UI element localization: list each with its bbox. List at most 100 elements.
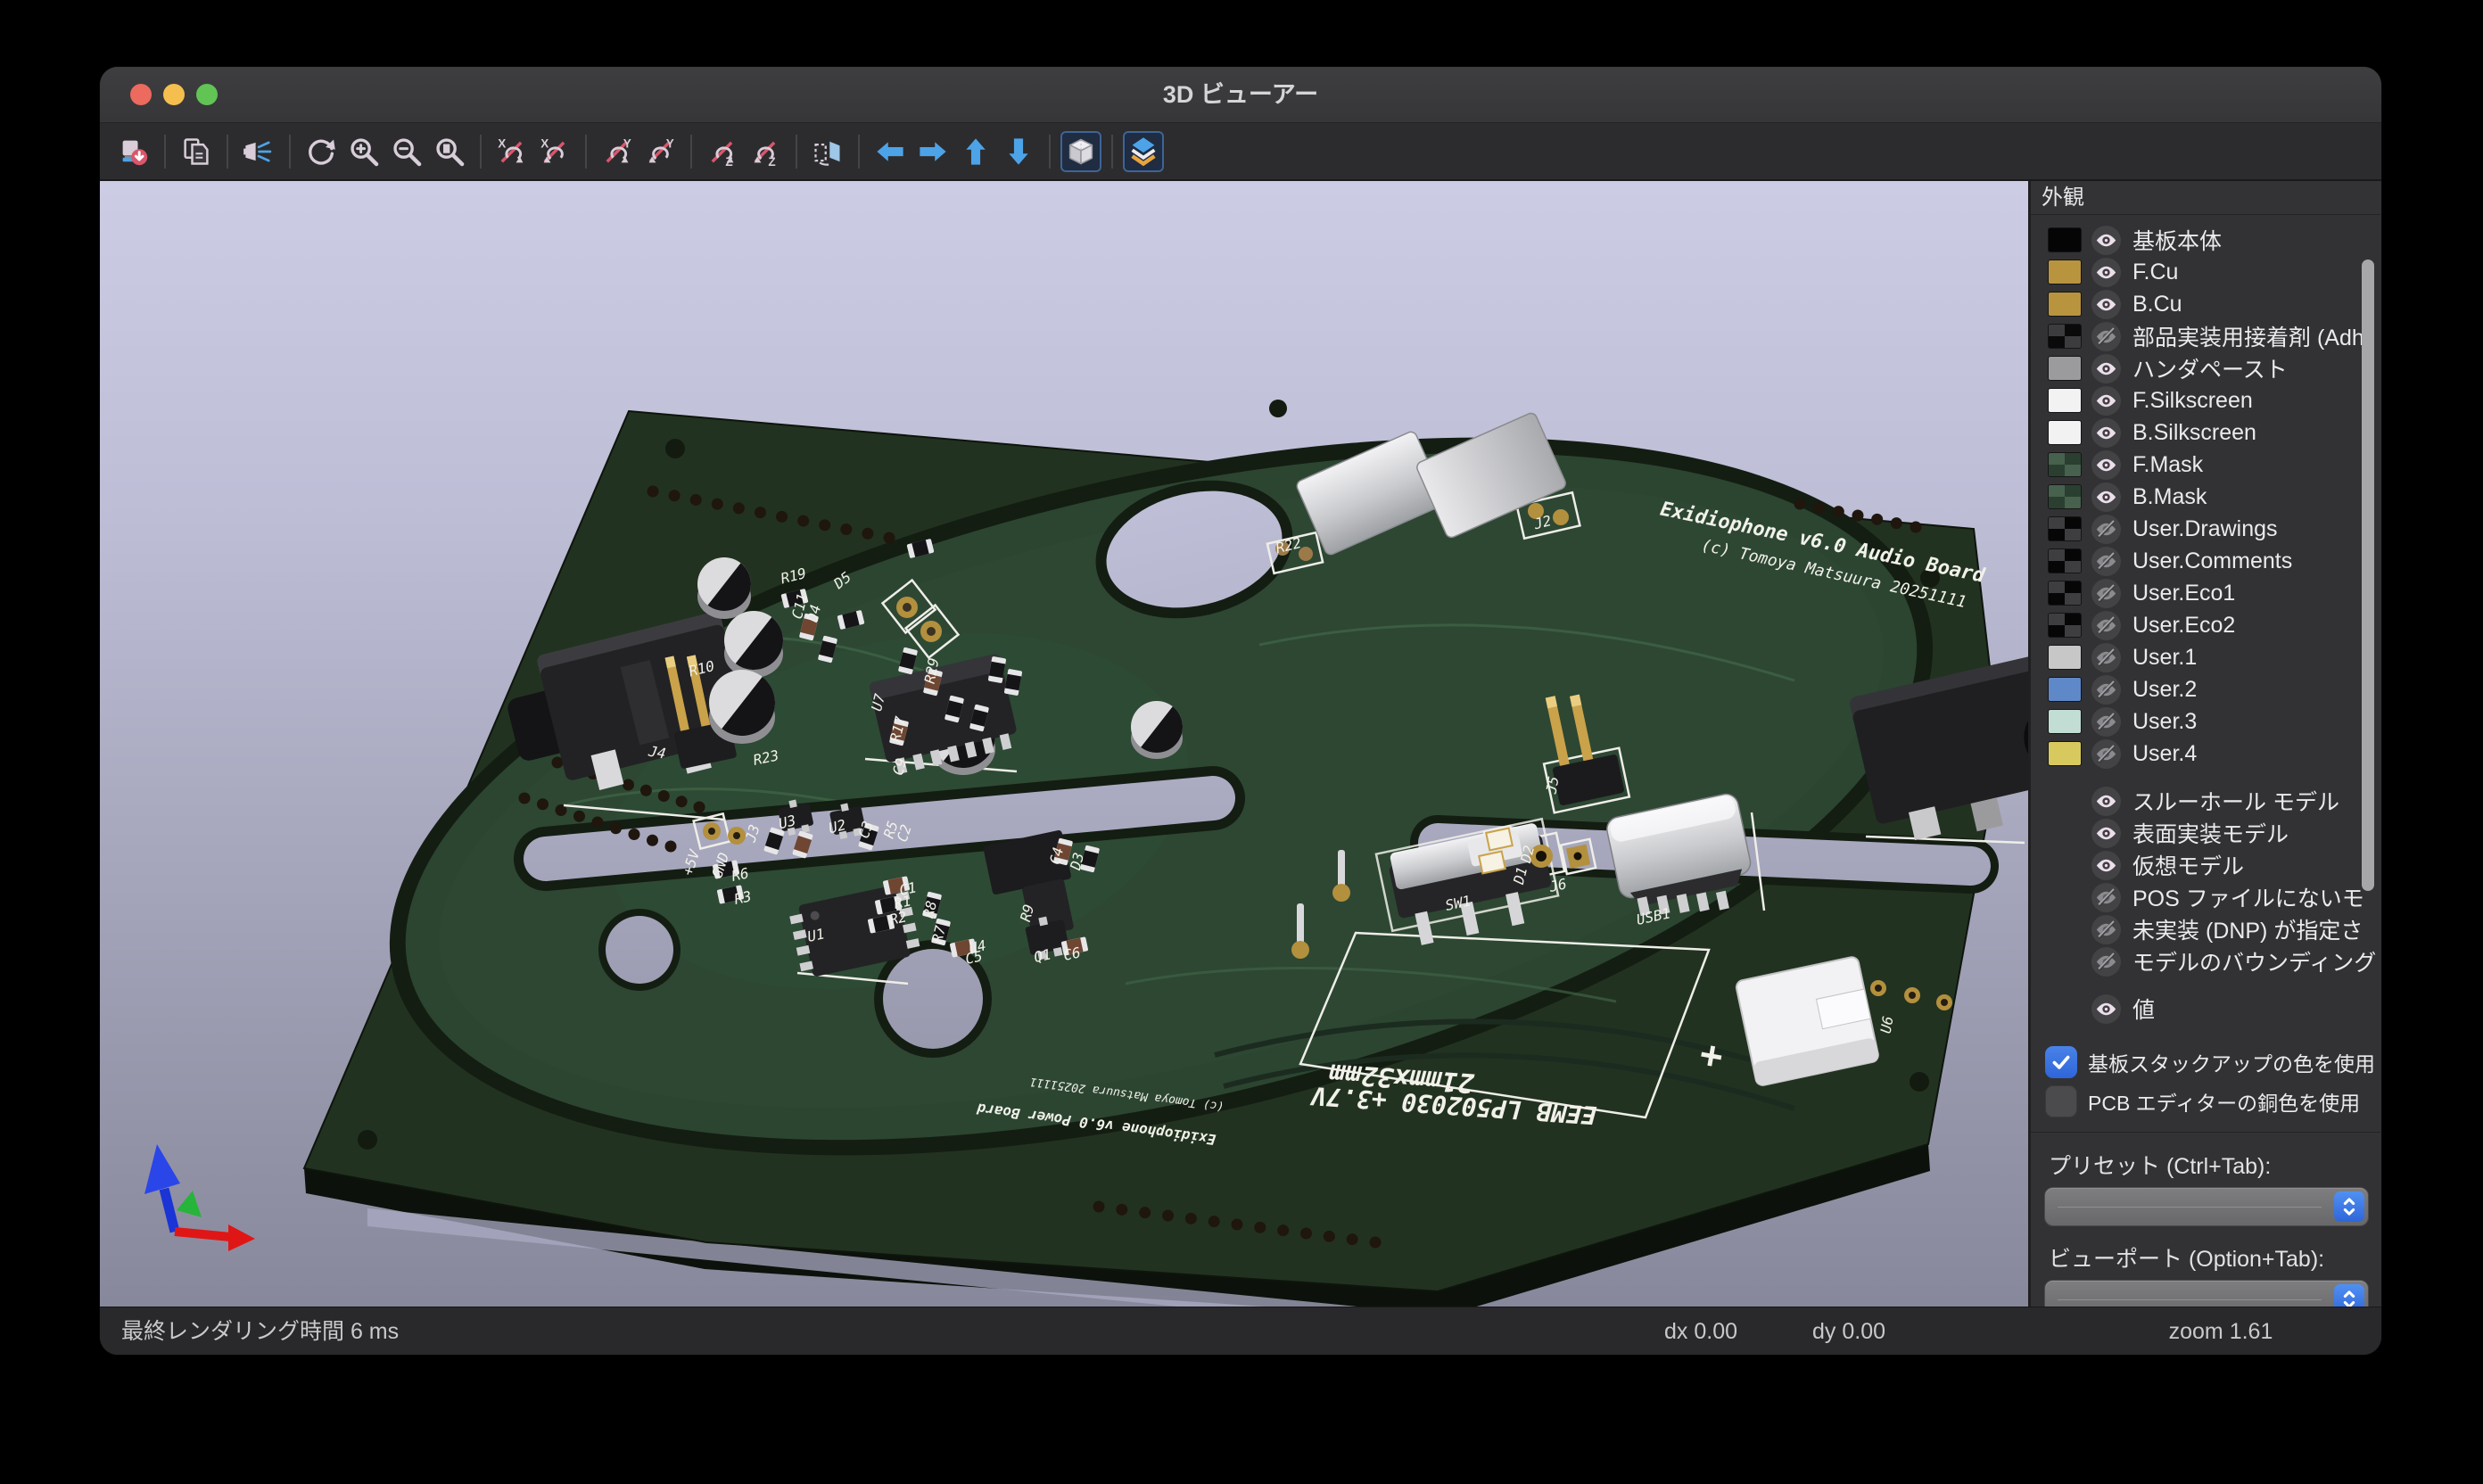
pan-right[interactable] xyxy=(912,131,953,172)
visibility-eye-icon[interactable] xyxy=(2091,226,2121,255)
visibility-eye-off-icon[interactable] xyxy=(2091,739,2121,769)
layer-color-swatch[interactable] xyxy=(2049,453,2081,476)
checkbox-stackup-colors[interactable] xyxy=(2045,1046,2077,1078)
redraw[interactable] xyxy=(301,131,342,172)
zoom-in[interactable] xyxy=(343,131,384,172)
layer-row[interactable]: User.Eco1 xyxy=(2031,577,2380,609)
layer-row[interactable]: User.Comments xyxy=(2031,545,2380,577)
layer-row[interactable]: 基板本体 xyxy=(2031,224,2380,256)
layer-row[interactable]: User.Drawings xyxy=(2031,513,2380,545)
layer-row[interactable]: F.Silkscreen xyxy=(2031,384,2380,416)
layer-color-swatch[interactable] xyxy=(2049,260,2081,284)
toggle-appearance-layers[interactable] xyxy=(1123,131,1164,172)
rotate-y-clockwise[interactable]: Y xyxy=(597,131,638,172)
visibility-eye-icon[interactable] xyxy=(2091,819,2121,848)
visibility-eye-icon[interactable] xyxy=(2091,354,2121,383)
checkbox-pcb-copper-colors[interactable] xyxy=(2045,1085,2077,1117)
visibility-eye-off-icon[interactable] xyxy=(2091,915,2121,944)
visibility-eye-off-icon[interactable] xyxy=(2091,675,2121,705)
layer-color-swatch[interactable] xyxy=(2049,293,2081,316)
layer-label: User.1 xyxy=(2132,645,2197,671)
rotate-y-counterclockwise[interactable]: Y xyxy=(639,131,681,172)
toolbar-separator xyxy=(289,135,291,169)
layer-color-swatch[interactable] xyxy=(2049,678,2081,701)
model-row[interactable]: 未実装 (DNP) が指定さ xyxy=(2031,913,2380,945)
layer-color-swatch[interactable] xyxy=(2049,549,2081,573)
model-row[interactable]: 仮想モデル xyxy=(2031,849,2380,881)
layer-row[interactable]: User.2 xyxy=(2031,673,2380,705)
render-current-view[interactable] xyxy=(238,131,279,172)
layer-row[interactable]: B.Cu xyxy=(2031,288,2380,320)
values-row[interactable]: 値 xyxy=(2031,993,2380,1025)
model-row[interactable]: 表面実装モデル xyxy=(2031,817,2380,849)
visibility-eye-icon[interactable] xyxy=(2091,386,2121,416)
layer-row[interactable]: B.Mask xyxy=(2031,481,2380,513)
layer-list: 基板本体 F.Cu B.Cu部品実装用接着剤 (AdhハンダペーストF.Silksc… xyxy=(2031,215,2380,1043)
layer-row[interactable]: F.Mask xyxy=(2031,449,2380,481)
stepper-icon[interactable] xyxy=(2334,1284,2364,1307)
layer-row[interactable]: F.Cu xyxy=(2031,256,2380,288)
layer-color-swatch[interactable] xyxy=(2049,389,2081,412)
visibility-eye-off-icon[interactable] xyxy=(2091,515,2121,544)
visibility-eye-off-icon[interactable] xyxy=(2091,322,2121,351)
visibility-eye-icon[interactable] xyxy=(2091,290,2121,319)
flip-board[interactable] xyxy=(807,131,848,172)
visibility-eye-off-icon[interactable] xyxy=(2091,643,2121,672)
rotate-x-clockwise[interactable]: X xyxy=(491,131,532,172)
zoom-out[interactable] xyxy=(386,131,427,172)
visibility-eye-icon[interactable] xyxy=(2091,787,2121,816)
layer-color-swatch[interactable] xyxy=(2049,357,2081,380)
zoom-to-fit[interactable] xyxy=(429,131,470,172)
toggle-orthographic-projection[interactable] xyxy=(1060,131,1101,172)
visibility-eye-off-icon[interactable] xyxy=(2091,947,2121,977)
layer-color-swatch[interactable] xyxy=(2049,325,2081,348)
visibility-eye-off-icon[interactable] xyxy=(2091,883,2121,912)
model-row[interactable]: モデルのバウンディング xyxy=(2031,945,2380,977)
layer-row[interactable]: User.3 xyxy=(2031,705,2380,738)
layer-row[interactable]: ハンダペースト xyxy=(2031,352,2380,384)
layer-color-swatch[interactable] xyxy=(2049,421,2081,444)
checkbox-row-copper[interactable]: PCB エディターの銅色を使用 xyxy=(2031,1082,2380,1121)
visibility-eye-icon[interactable] xyxy=(2091,994,2121,1024)
visibility-eye-off-icon[interactable] xyxy=(2091,611,2121,640)
svg-text:J5: J5 xyxy=(1542,775,1562,796)
export-board-image[interactable] xyxy=(113,131,154,172)
pan-up[interactable] xyxy=(955,131,996,172)
scrollbar-thumb[interactable] xyxy=(2362,260,2374,891)
model-row[interactable]: スルーホール モデル xyxy=(2031,785,2380,817)
visibility-eye-icon[interactable] xyxy=(2091,851,2121,880)
layer-row[interactable]: 部品実装用接着剤 (Adh xyxy=(2031,320,2380,352)
layer-row[interactable]: User.1 xyxy=(2031,641,2380,673)
layer-row[interactable]: User.4 xyxy=(2031,738,2380,770)
layer-color-swatch[interactable] xyxy=(2049,517,2081,540)
visibility-eye-icon[interactable] xyxy=(2091,418,2121,448)
pan-left[interactable] xyxy=(870,131,911,172)
layer-color-swatch[interactable] xyxy=(2049,228,2081,251)
viewport-select[interactable] xyxy=(2045,1281,2368,1307)
pan-down[interactable] xyxy=(998,131,1039,172)
layer-row[interactable]: B.Silkscreen xyxy=(2031,416,2380,449)
preset-select[interactable] xyxy=(2045,1188,2368,1225)
stepper-icon[interactable] xyxy=(2334,1191,2364,1222)
visibility-eye-icon[interactable] xyxy=(2091,482,2121,512)
layer-color-swatch[interactable] xyxy=(2049,646,2081,669)
layer-color-swatch[interactable] xyxy=(2049,710,2081,733)
copy-image[interactable] xyxy=(176,131,217,172)
layer-label: F.Cu xyxy=(2132,260,2178,285)
model-row[interactable]: POS ファイルにないモ xyxy=(2031,881,2380,913)
layer-color-swatch[interactable] xyxy=(2049,581,2081,605)
visibility-eye-off-icon[interactable] xyxy=(2091,707,2121,737)
visibility-eye-off-icon[interactable] xyxy=(2091,547,2121,576)
layer-row[interactable]: User.Eco2 xyxy=(2031,609,2380,641)
visibility-eye-icon[interactable] xyxy=(2091,258,2121,287)
rotate-z-counterclockwise[interactable]: Z xyxy=(745,131,786,172)
visibility-eye-icon[interactable] xyxy=(2091,450,2121,480)
layer-color-swatch[interactable] xyxy=(2049,742,2081,765)
viewport-3d[interactable]: Exidiophone v6.0 Audio Board (c) Tomoya … xyxy=(100,181,2028,1307)
rotate-z-clockwise[interactable]: Z xyxy=(702,131,743,172)
visibility-eye-off-icon[interactable] xyxy=(2091,579,2121,608)
checkbox-row-stackup[interactable]: 基板スタックアップの色を使用 xyxy=(2031,1043,2380,1082)
layer-color-swatch[interactable] xyxy=(2049,614,2081,637)
layer-color-swatch[interactable] xyxy=(2049,485,2081,508)
rotate-x-counterclockwise[interactable]: X xyxy=(534,131,575,172)
